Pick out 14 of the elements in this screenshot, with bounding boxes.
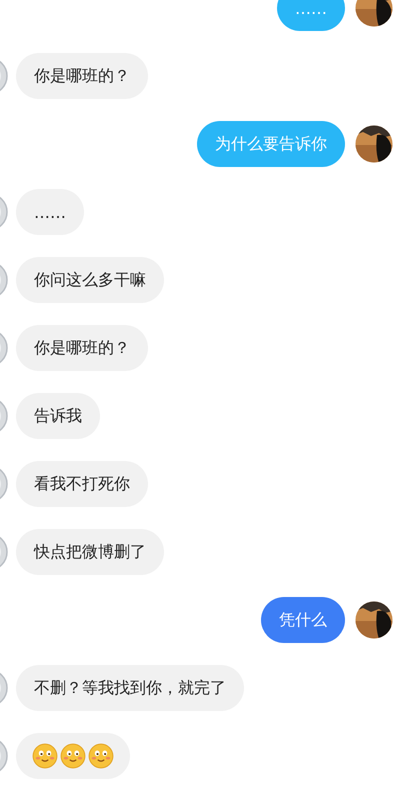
message-bubble: ……	[277, 0, 345, 31]
message-bubble: 你问这么多干嘛	[16, 257, 164, 303]
smiley-icon	[60, 743, 86, 769]
message-bubble: 你是哪班的？	[16, 325, 148, 371]
message-bubble: 为什么要告诉你	[197, 121, 345, 167]
smiley-icon	[88, 743, 114, 769]
message-bubble: 告诉我	[16, 393, 100, 439]
message-bubble: 你是哪班的？	[16, 53, 148, 99]
message-bubble: 凭什么	[261, 597, 345, 643]
message-bubble: 不删？等我找到你，就完了	[16, 665, 244, 711]
smiley-icon	[32, 743, 58, 769]
message-bubble: 快点把微博删了	[16, 529, 164, 575]
message-bubble: 看我不打死你	[16, 461, 148, 507]
message-bubble: ……	[16, 189, 84, 235]
